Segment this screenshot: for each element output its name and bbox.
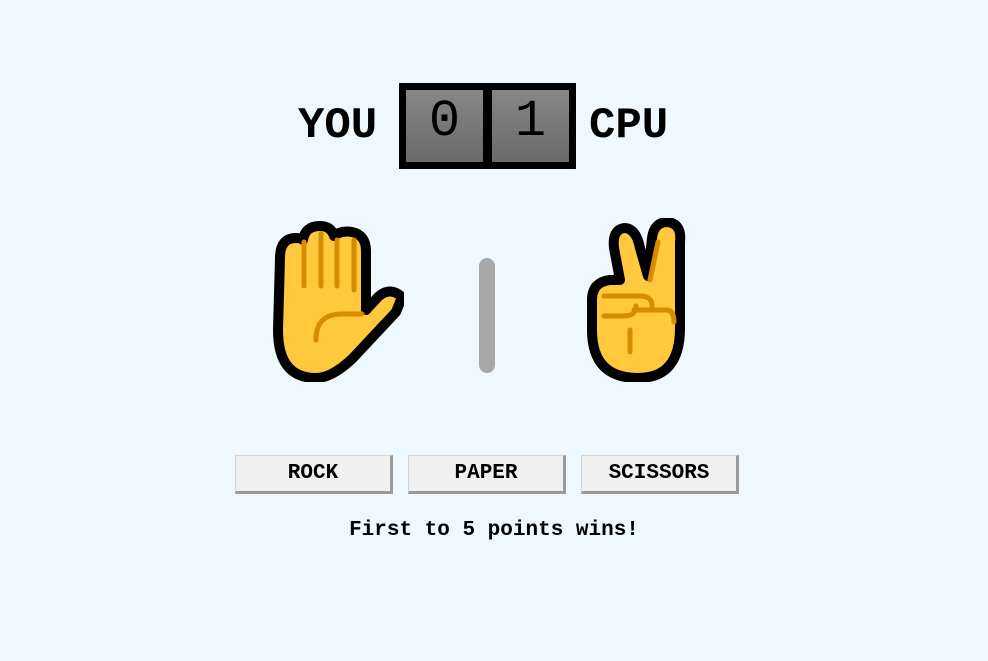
- player-label: YOU: [298, 101, 378, 151]
- score-display: 0 1: [399, 83, 576, 169]
- victory-hand-icon: [587, 218, 686, 382]
- player-score: 0: [406, 90, 483, 162]
- raised-hand-icon: [273, 221, 404, 382]
- scissors-button[interactable]: SCISSORS: [581, 455, 739, 494]
- divider: [479, 258, 495, 373]
- cpu-label: CPU: [589, 101, 669, 151]
- scoreboard: YOU 0 1 CPU: [0, 83, 988, 169]
- status-message: First to 5 points wins!: [349, 519, 639, 542]
- cpu-score: 1: [492, 90, 569, 162]
- rock-button[interactable]: ROCK: [235, 455, 393, 494]
- paper-button[interactable]: PAPER: [408, 455, 566, 494]
